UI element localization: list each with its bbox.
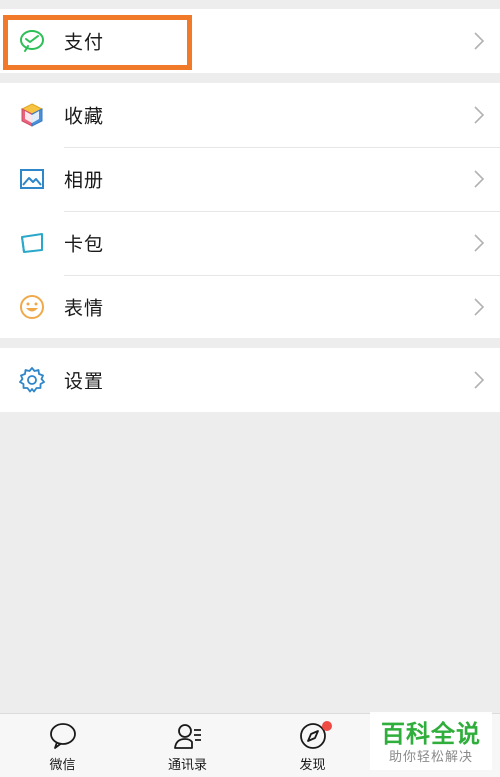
watermark-logo: 百科全说 助你轻松解决	[370, 712, 492, 770]
gear-icon	[18, 366, 46, 394]
wechat-pay-icon	[18, 27, 46, 55]
chat-bubble-icon	[49, 723, 76, 749]
menu-item-pay[interactable]: 支付	[0, 9, 500, 73]
album-picture-icon	[18, 165, 46, 193]
tab-chats[interactable]: 微信	[0, 714, 125, 777]
watermark-subtitle: 助你轻松解决	[388, 750, 473, 765]
menu-item-label: 相册	[64, 169, 105, 192]
menu-item-cards[interactable]: 卡包	[0, 211, 500, 275]
contacts-icon	[173, 724, 201, 749]
smiley-face-icon	[18, 293, 46, 321]
menu-item-album[interactable]: 相册	[0, 147, 500, 211]
chevron-right-icon	[474, 106, 485, 124]
card-wallet-icon	[18, 229, 46, 257]
chevron-right-icon	[474, 371, 485, 389]
tab-label: 发现	[299, 758, 326, 773]
menu-item-label: 表情	[64, 297, 105, 320]
settings-group: 设置	[0, 348, 500, 412]
chevron-right-icon	[474, 170, 485, 188]
menu-item-stickers[interactable]: 表情	[0, 275, 500, 339]
tab-discover[interactable]: 发现	[250, 714, 375, 777]
watermark-title: 百科全说	[381, 720, 481, 748]
menu-item-label: 支付	[64, 31, 105, 54]
notification-dot	[322, 721, 332, 731]
menu-item-favorites[interactable]: 收藏	[0, 83, 500, 147]
chevron-right-icon	[474, 234, 485, 252]
menu-item-label: 收藏	[64, 105, 105, 128]
chevron-right-icon	[474, 32, 485, 50]
menu-item-settings[interactable]: 设置	[0, 348, 500, 412]
menu-item-label: 设置	[64, 370, 105, 393]
tab-contacts[interactable]: 通讯录	[125, 714, 250, 777]
pay-group: 支付	[0, 9, 500, 73]
menu-item-label: 卡包	[64, 233, 105, 256]
favorites-cube-icon	[18, 101, 46, 129]
tab-label: 通讯录	[167, 758, 207, 773]
tab-label: 微信	[49, 758, 76, 773]
favorites-group: 收藏 相册 卡包 表情	[0, 83, 500, 338]
chevron-right-icon	[474, 298, 485, 316]
